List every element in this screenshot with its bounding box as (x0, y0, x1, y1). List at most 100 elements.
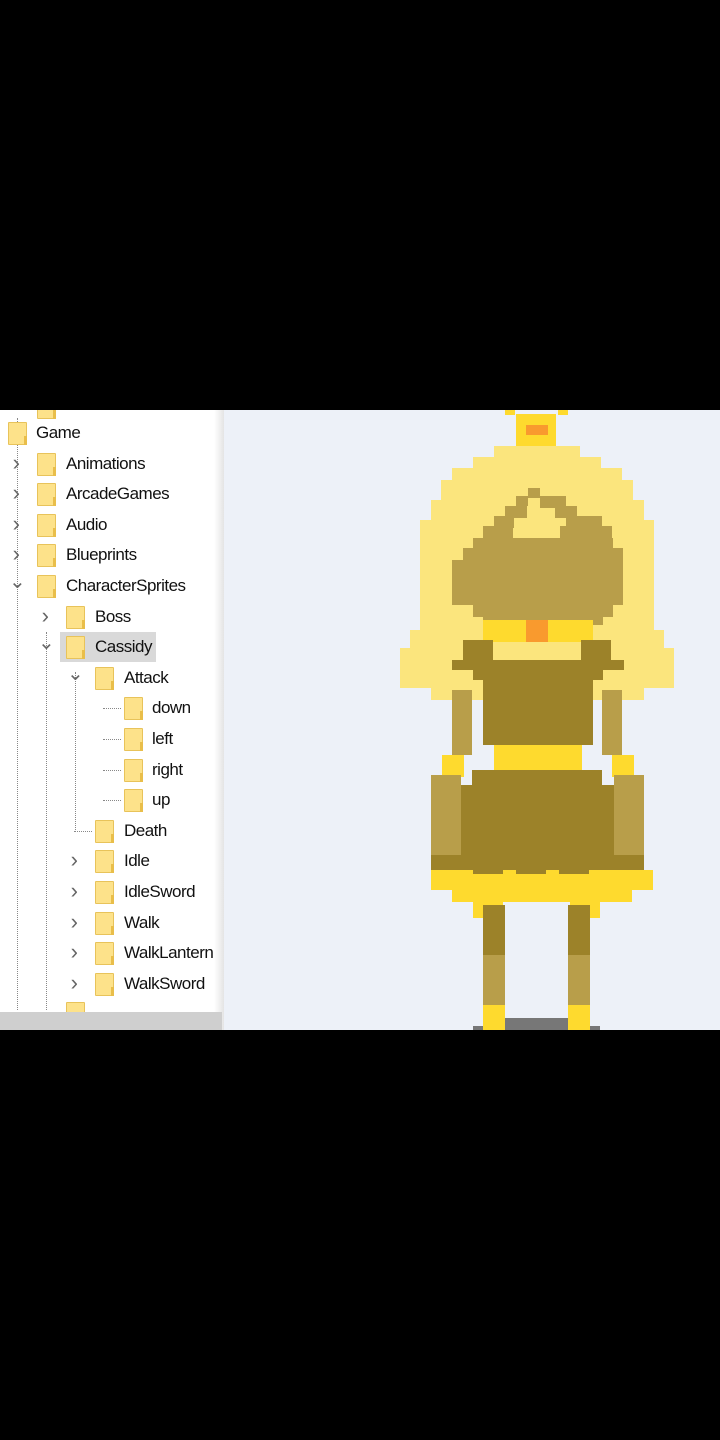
character-sprite (400, 410, 674, 1030)
folder-icon (37, 544, 56, 568)
tree-item-label: Boss (95, 606, 131, 626)
tree-item[interactable]: Game (0, 418, 222, 448)
sprite-pixel-skin (560, 526, 612, 538)
folder-icon (37, 513, 56, 537)
tree-item-label: Attack (124, 667, 169, 687)
folder-tree[interactable]: Game › Animations › ArcadeGames › Audio › Bluepr… (0, 410, 222, 1012)
panel-divider[interactable] (214, 410, 224, 1030)
chevron-down-icon[interactable]: ⌄ (9, 572, 26, 592)
folder-icon (95, 850, 114, 874)
sprite-pixel-dress (472, 770, 602, 785)
sprite-pixel-dress (441, 862, 463, 870)
tree-guide-line (103, 769, 121, 771)
folder-icon (8, 422, 27, 445)
chevron-right-icon[interactable]: › (9, 543, 23, 565)
tree-item[interactable]: ⌄ Cassidy (0, 632, 222, 662)
folder-icon (124, 697, 143, 721)
tree-item[interactable]: › Idle (0, 846, 222, 876)
tree-guide-line (74, 830, 92, 832)
tree-item[interactable]: › Boss (0, 602, 222, 632)
tree-item-label: WalkSword (124, 973, 205, 993)
sprite-pixel-dress (483, 905, 505, 955)
tree-item-label: left (152, 729, 173, 748)
chevron-right-icon[interactable]: › (67, 880, 81, 902)
tree-item-label: Audio (66, 514, 107, 534)
tree-item-label: down (152, 698, 191, 718)
tree-item[interactable]: down (0, 693, 222, 723)
tree-item[interactable]: › IdleSword (0, 877, 222, 907)
tree-item-label: Blueprints (66, 545, 137, 565)
tree-item[interactable]: › WalkSword (0, 969, 222, 999)
sprite-pixel-skin (483, 526, 513, 538)
tree-item[interactable]: › Animations (0, 449, 222, 479)
folder-icon (66, 636, 85, 660)
sprite-pixel-dress (452, 785, 622, 830)
chevron-right-icon[interactable]: › (67, 910, 81, 932)
tree-item[interactable]: › ArcadeGames (0, 479, 222, 509)
sprite-pixel-dress (483, 680, 593, 745)
tree-item[interactable]: ⌄ CharacterSprites (0, 571, 222, 601)
chevron-right-icon[interactable]: › (38, 604, 52, 626)
tree-item[interactable]: left (0, 724, 222, 754)
tree-item-label: Walk (124, 912, 160, 932)
sprite-pixel-dress (441, 830, 634, 855)
tree-item[interactable]: › Walk (0, 908, 222, 938)
sprite-pixel-gold (612, 755, 634, 777)
chevron-right-icon[interactable]: › (9, 482, 23, 504)
folder-icon (95, 942, 114, 966)
sprite-pixel-dress (602, 660, 624, 670)
sprite-pixel-dress (473, 862, 503, 874)
sprite-pixel-hair (473, 457, 601, 468)
sprite-pixel-skin (452, 690, 472, 755)
horizontal-scrollbar[interactable] (0, 1012, 222, 1030)
tree-item-label: Death (124, 820, 167, 840)
chevron-right-icon[interactable]: › (67, 849, 81, 871)
sprite-pixel-dress (473, 660, 603, 680)
tree-item[interactable]: › Audio (0, 510, 222, 540)
folder-icon (66, 605, 85, 629)
folder-icon (95, 666, 114, 690)
chevron-down-icon[interactable]: ⌄ (67, 664, 84, 684)
sprite-pixel-skin (568, 955, 590, 1005)
sprite-pixel-skin (431, 775, 461, 855)
sprite-pixel-gold (442, 755, 464, 777)
folder-icon (95, 972, 114, 996)
app-window: Game › Animations › ArcadeGames › Audio › Bluepr… (0, 410, 720, 1030)
sprite-pixel-skin (614, 775, 644, 855)
tree-item[interactable]: right (0, 755, 222, 785)
folder-icon (37, 452, 56, 476)
sprite-pixel-dress (559, 862, 589, 874)
folder-icon (66, 1002, 85, 1012)
chevron-right-icon[interactable]: › (9, 512, 23, 534)
tree-guide-line (103, 708, 121, 710)
sprite-pixel-gold (558, 410, 568, 415)
sprite-pixel-gold (494, 745, 582, 770)
tree-item-label: Animations (66, 453, 146, 473)
folder-icon (124, 728, 143, 751)
chevron-right-icon[interactable]: › (9, 451, 23, 473)
tree-item[interactable]: up (0, 785, 222, 815)
sprite-pixel-skin (528, 488, 540, 498)
sprite-pixel-gem (526, 620, 548, 642)
tree-item[interactable]: › Blueprints (0, 540, 222, 570)
tree-item-label: up (152, 790, 170, 810)
folder-icon (37, 575, 56, 598)
tree-item[interactable]: › WalkLantern (0, 938, 222, 968)
chevron-right-icon[interactable]: › (67, 971, 81, 993)
chevron-down-icon[interactable]: ⌄ (38, 633, 55, 653)
sprite-pixel-skin (516, 496, 528, 506)
sprite-pixel-hair (431, 500, 644, 522)
folder-icon (95, 881, 114, 904)
sprite-pixel-gold (505, 410, 515, 415)
sprite-pixel-skin (452, 560, 623, 605)
sprite-pixel-dress (463, 640, 493, 660)
tree-item[interactable]: ⌄ Attack (0, 663, 222, 693)
sprite-pixel-skin (483, 955, 505, 1005)
sprite-pixel-base (473, 1026, 483, 1030)
folder-icon (124, 758, 143, 782)
tree-item[interactable]: Death (0, 816, 222, 846)
tree-item-label: CharacterSprites (66, 576, 186, 595)
sprite-pixel-gold (483, 1005, 505, 1030)
sprite-pixel-base (590, 1026, 600, 1030)
chevron-right-icon[interactable]: › (67, 941, 81, 963)
